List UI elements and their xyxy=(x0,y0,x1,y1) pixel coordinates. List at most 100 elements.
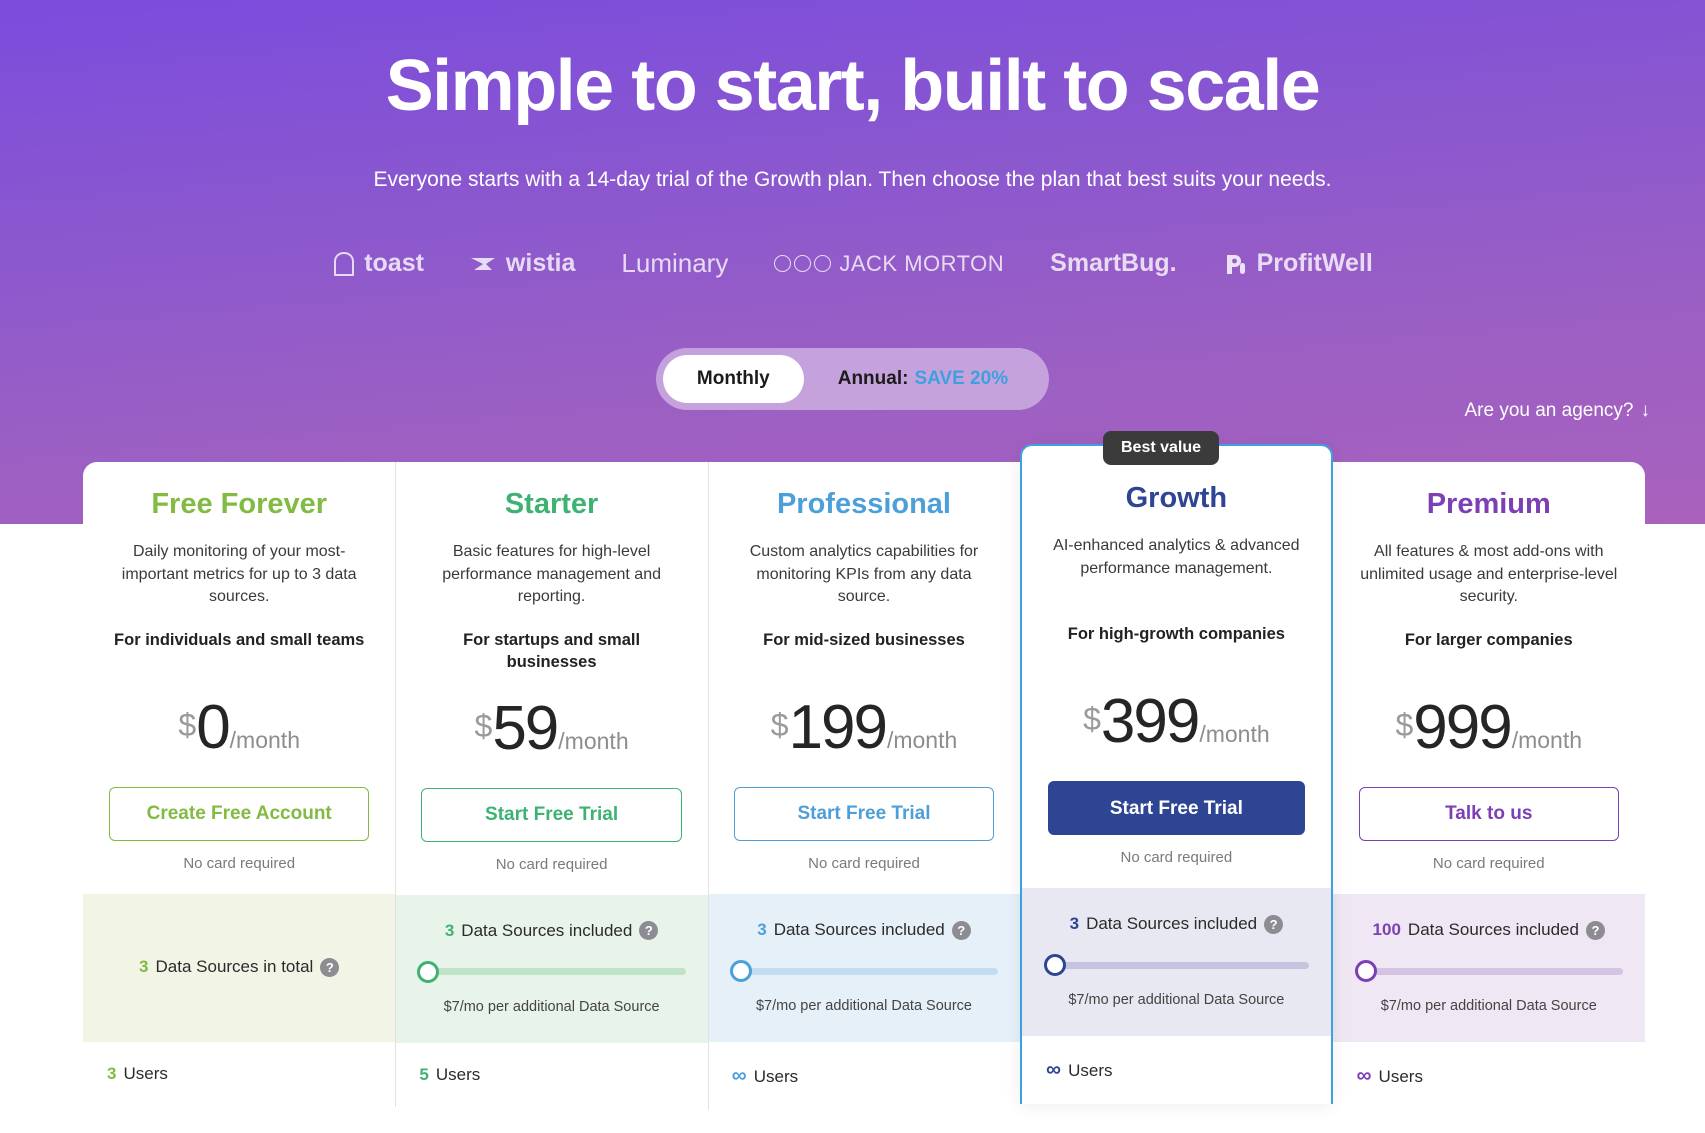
price-currency: $ xyxy=(770,707,789,744)
data-sources-label-premium: 100 Data Sources included ? xyxy=(1373,920,1605,940)
data-sources-text: Data Sources in total xyxy=(155,957,314,977)
users-text: Users xyxy=(435,1064,481,1084)
help-icon[interactable]: ? xyxy=(1585,920,1605,940)
price-currency: $ xyxy=(1395,707,1414,744)
help-icon[interactable]: ? xyxy=(320,957,340,977)
toast-icon xyxy=(332,251,356,277)
data-sources-note-professional: $7/mo per additional Data Source xyxy=(755,998,972,1015)
plan-description-starter: Basic features for high-level performanc… xyxy=(442,543,661,606)
data-sources-slider-professional[interactable] xyxy=(729,960,999,983)
toggle-option-annual[interactable]: Annual: SAVE 20% xyxy=(804,355,1042,403)
users-count: 5 xyxy=(419,1064,429,1084)
help-icon[interactable]: ? xyxy=(951,920,971,940)
data-sources-text: Data Sources included xyxy=(461,920,633,940)
customer-logo-jack-morton: JACK MORTON xyxy=(774,251,1004,277)
data-sources-slider-starter[interactable] xyxy=(417,960,686,983)
slider-track xyxy=(729,967,999,975)
billing-period-toggle[interactable]: Monthly Annual: SAVE 20% xyxy=(655,348,1050,410)
data-sources-cell-growth: 3 Data Sources included ? $7/mo per addi… xyxy=(1022,888,1331,1036)
data-sources-note-premium: $7/mo per additional Data Source xyxy=(1380,998,1597,1015)
plan-price-starter: $ 59 /month xyxy=(474,697,629,760)
users-label-premium: ∞ Users xyxy=(1357,1064,1423,1088)
pricing-column-free-forever: Free Forever Daily monitoring of your mo… xyxy=(83,462,396,1107)
users-count: 3 xyxy=(107,1064,117,1084)
plan-audience-premium: For larger companies xyxy=(1404,631,1573,650)
data-sources-cell-professional: 3 Data Sources included ? $7/mo per addi… xyxy=(707,894,1021,1043)
agency-link-label: Are you an agency? xyxy=(1464,400,1634,421)
slider-knob[interactable] xyxy=(1354,960,1377,983)
data-sources-label-free-forever: 3 Data Sources in total ? xyxy=(139,957,340,977)
toggle-annual-label: Annual: xyxy=(837,368,909,389)
plan-name-free-forever: Free Forever xyxy=(151,488,328,520)
customer-logo-label: SmartBug. xyxy=(1050,249,1177,277)
users-text: Users xyxy=(1068,1061,1113,1080)
data-sources-note-growth: $7/mo per additional Data Source xyxy=(1068,992,1285,1008)
page-subtitle: Everyone starts with a 14-day trial of t… xyxy=(373,168,1332,191)
customer-logo-label: wistia xyxy=(505,249,576,277)
slider-knob[interactable] xyxy=(729,960,752,983)
cta-button-starter[interactable]: Start Free Trial xyxy=(421,787,682,842)
slider-knob[interactable] xyxy=(417,960,440,983)
no-card-note-free-forever: No card required xyxy=(183,855,296,873)
cta-button-professional[interactable]: Start Free Trial xyxy=(733,787,995,842)
plan-description-free-forever: Daily monitoring of your most-important … xyxy=(121,543,357,606)
customer-logo-label: Luminary xyxy=(621,248,729,278)
plan-audience-free-forever: For individuals and small teams xyxy=(114,631,365,650)
help-icon[interactable]: ? xyxy=(639,921,659,941)
pricing-page: Simple to start, built to scale Everyone… xyxy=(0,0,1705,1133)
plan-description-professional: Custom analytics capabilities for monito… xyxy=(749,543,979,606)
no-card-note-premium: No card required xyxy=(1432,855,1545,873)
plan-header-free-forever: Free Forever Daily monitoring of your mo… xyxy=(83,462,395,894)
price-amount: 199 xyxy=(788,693,887,763)
infinity-icon: ∞ xyxy=(1356,1064,1372,1088)
data-sources-slider-growth[interactable] xyxy=(1044,954,1309,976)
price-currency: $ xyxy=(474,707,493,744)
data-sources-label-growth: 3 Data Sources included ? xyxy=(1070,914,1284,934)
data-sources-slider-premium[interactable] xyxy=(1354,960,1623,983)
plan-audience-starter: For startups and small businesses xyxy=(463,631,641,672)
price-period: /month xyxy=(1511,727,1583,754)
users-label-growth: ∞ Users xyxy=(1046,1058,1112,1082)
users-label-free-forever: 3 Users xyxy=(107,1064,168,1084)
data-sources-count: 3 xyxy=(757,920,767,940)
customer-logo-label: JACK MORTON xyxy=(839,250,1005,276)
plan-name-starter: Starter xyxy=(504,488,599,520)
slider-track xyxy=(417,968,686,976)
users-cell-starter: 5 Users xyxy=(395,1042,708,1107)
data-sources-label-professional: 3 Data Sources included ? xyxy=(757,920,971,940)
jack-morton-eyes-icon xyxy=(774,255,832,272)
cell-divider xyxy=(395,1042,397,1107)
customer-logo-label: ProfitWell xyxy=(1256,249,1373,277)
users-label-professional: ∞ Users xyxy=(732,1064,798,1088)
data-sources-text: Data Sources included xyxy=(1086,914,1258,933)
toggle-annual-save-badge: SAVE 20% xyxy=(914,368,1009,389)
users-text: Users xyxy=(753,1067,799,1087)
slider-knob[interactable] xyxy=(1044,954,1067,976)
help-icon[interactable]: ? xyxy=(1264,914,1284,934)
data-sources-cell-free-forever: 3 Data Sources in total ? xyxy=(83,894,396,1043)
agency-link[interactable]: Are you an agency? ↓ xyxy=(1464,400,1650,422)
page-title: Simple to start, built to scale xyxy=(385,46,1321,126)
plan-description-premium: All features & most add-ons with unlimit… xyxy=(1360,543,1618,606)
cta-button-premium[interactable]: Talk to us xyxy=(1358,787,1619,842)
cta-button-growth[interactable]: Start Free Trial xyxy=(1048,781,1305,835)
price-period: /month xyxy=(1199,721,1270,747)
data-sources-cell-premium: 100 Data Sources included ? $7/mo per ad… xyxy=(1332,894,1645,1043)
users-text: Users xyxy=(1378,1067,1423,1087)
cta-button-free-forever[interactable]: Create Free Account xyxy=(109,787,370,842)
plan-description-growth: AI-enhanced analytics & advanced perform… xyxy=(1053,537,1300,577)
customer-logo-toast: toast xyxy=(332,249,424,278)
toggle-option-monthly[interactable]: Monthly xyxy=(662,355,804,403)
data-sources-count: 3 xyxy=(1069,914,1080,933)
cell-divider xyxy=(395,894,397,1043)
plan-audience-professional: For mid-sized businesses xyxy=(763,631,965,650)
infinity-icon: ∞ xyxy=(731,1064,747,1088)
slider-track xyxy=(1354,967,1623,975)
plan-header-premium: Premium All features & most add-ons with… xyxy=(1333,462,1645,894)
price-currency: $ xyxy=(1083,701,1101,737)
users-cell-professional: ∞ Users xyxy=(707,1042,1021,1111)
slider-track xyxy=(1044,961,1309,969)
pricing-column-premium: Premium All features & most add-ons with… xyxy=(1332,462,1645,1111)
users-cell-premium: ∞ Users xyxy=(1332,1042,1645,1111)
data-sources-text: Data Sources included xyxy=(773,920,945,940)
